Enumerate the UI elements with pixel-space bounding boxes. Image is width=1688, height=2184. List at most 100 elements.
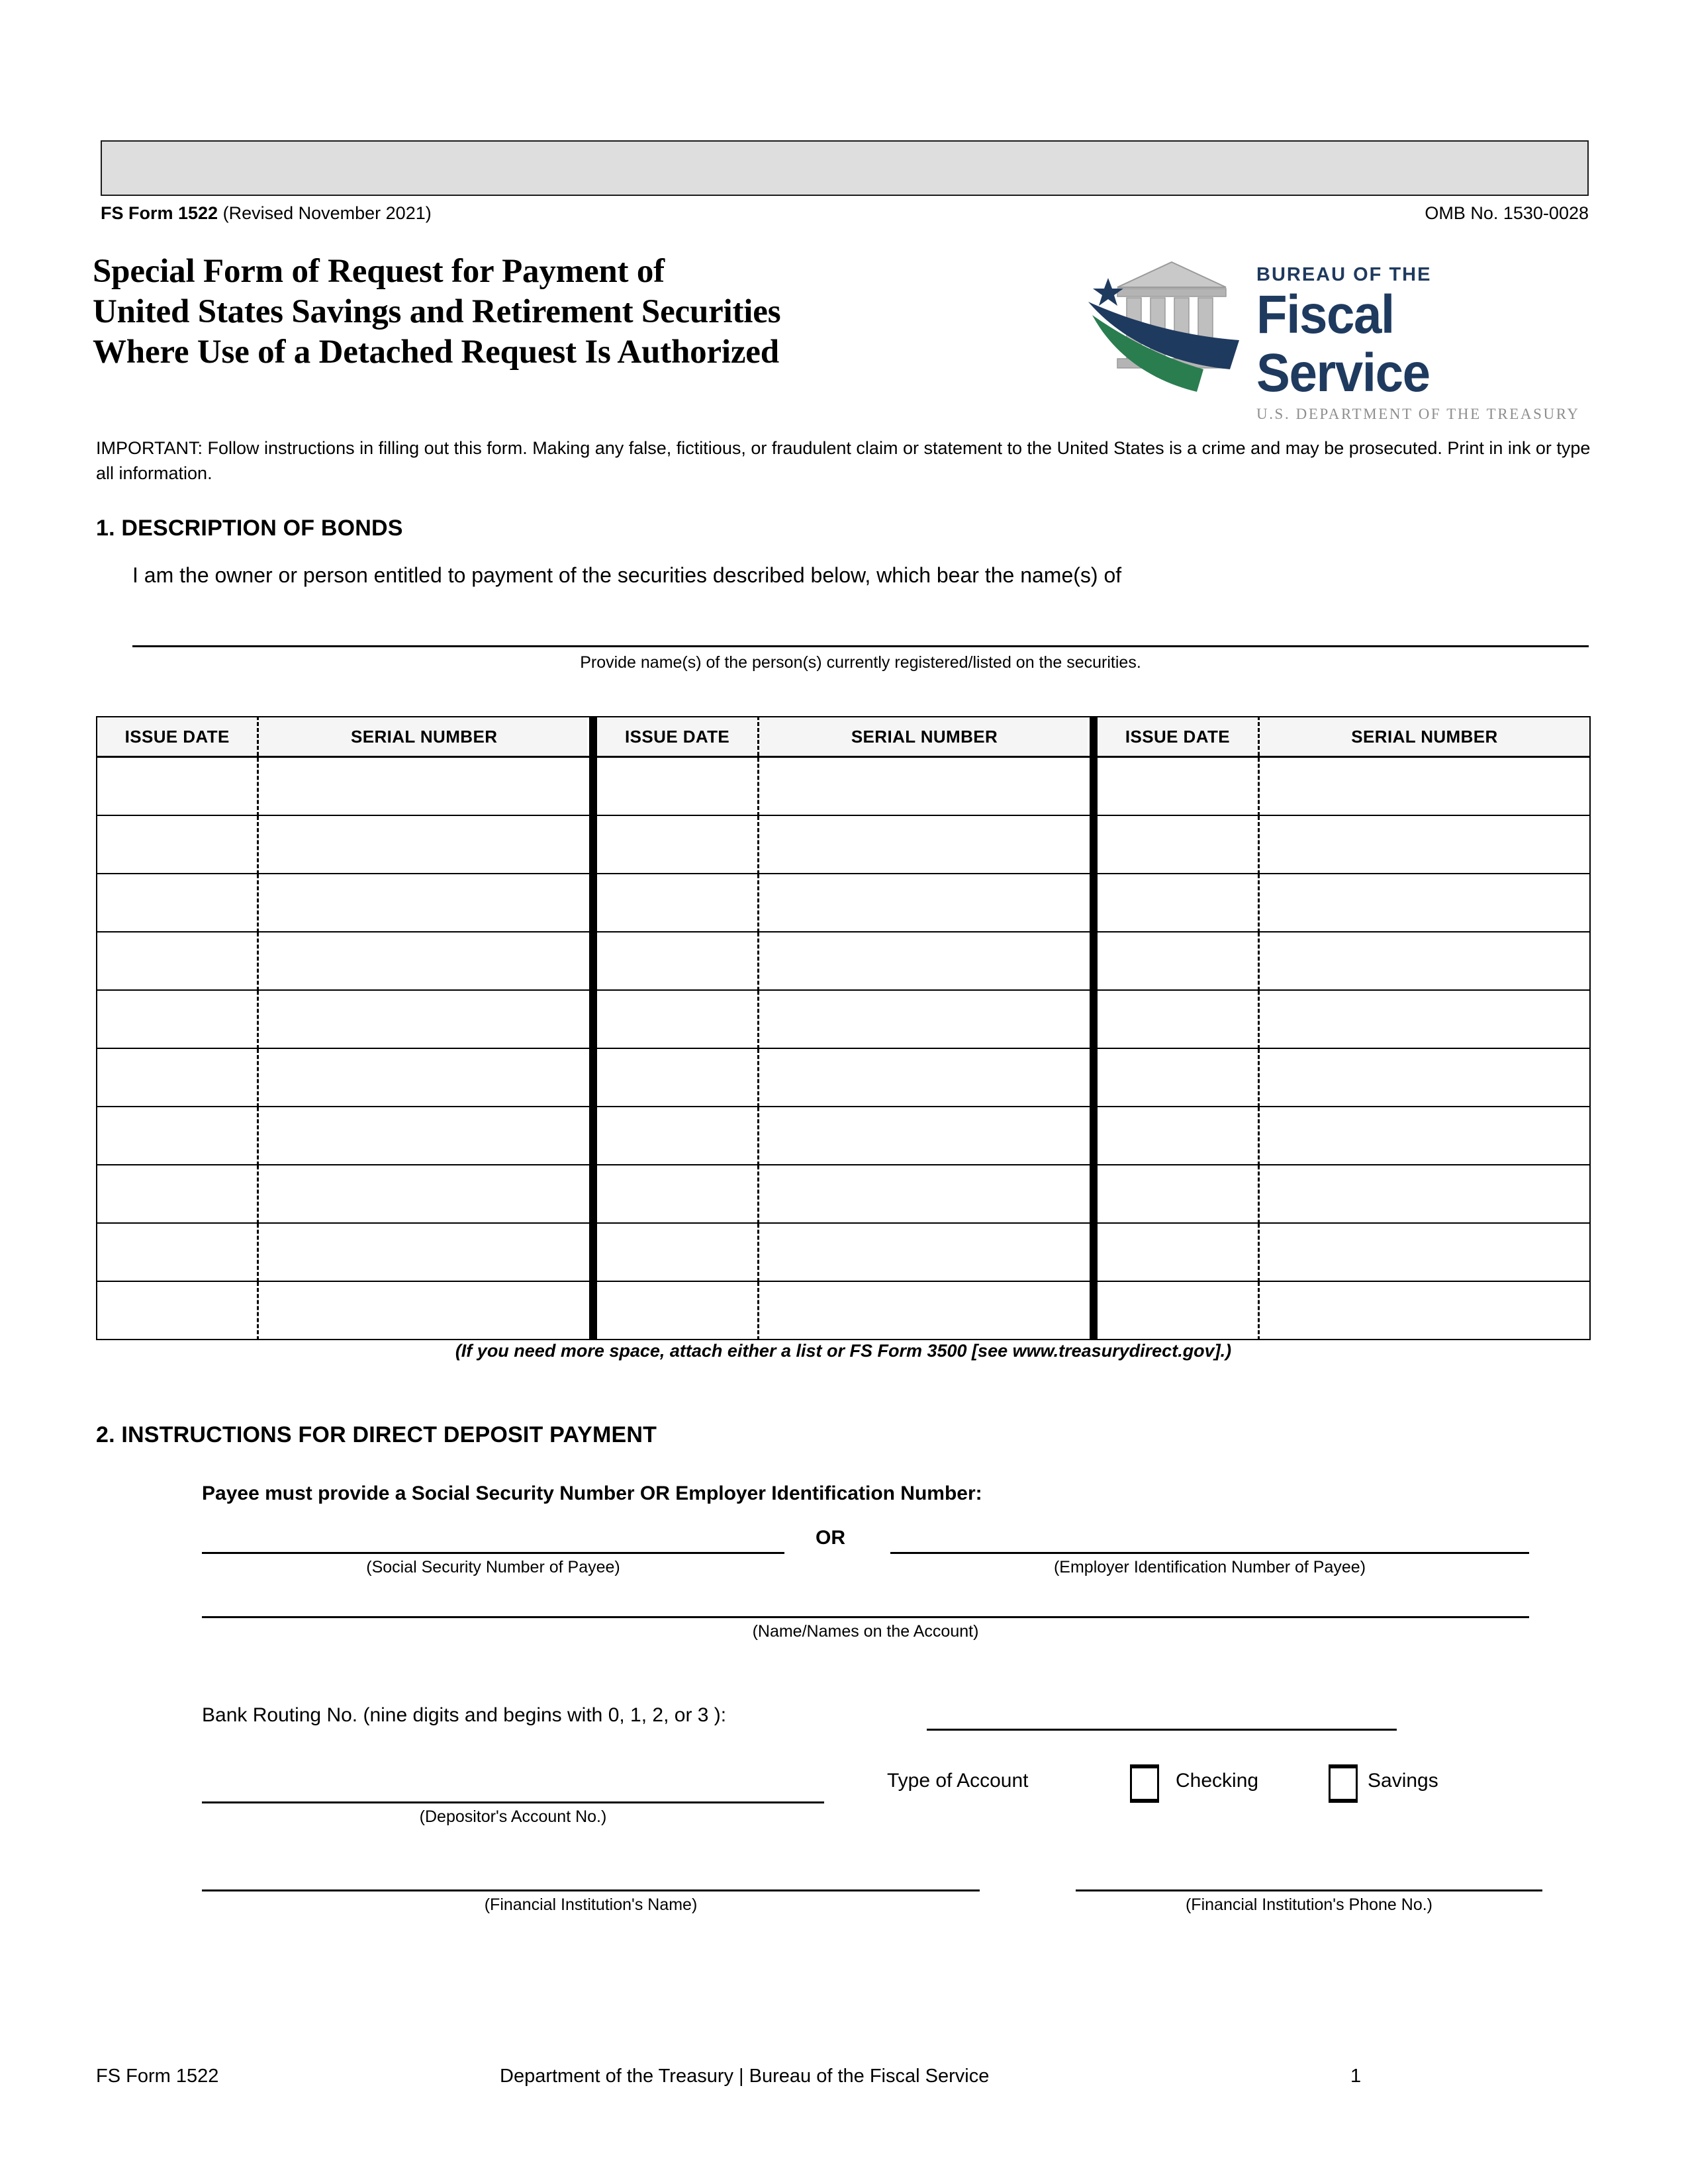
ein-input[interactable] xyxy=(890,1552,1529,1554)
cell-serial-number-2[interactable] xyxy=(758,1107,1098,1165)
cell-issue-date-1[interactable] xyxy=(97,990,259,1049)
cell-issue-date-2[interactable] xyxy=(593,1107,760,1165)
institution-name-input[interactable] xyxy=(202,1889,980,1891)
form-number-block: FS Form 1522 (Revised November 2021) xyxy=(101,202,432,224)
cell-issue-date-2[interactable] xyxy=(593,990,760,1049)
cell-issue-date-2[interactable] xyxy=(593,815,760,874)
cell-issue-date-3[interactable] xyxy=(1093,815,1260,874)
cell-issue-date-1[interactable] xyxy=(97,932,259,991)
cell-issue-date-1[interactable] xyxy=(97,1107,259,1165)
cell-serial-number-2[interactable] xyxy=(758,815,1098,874)
header-gray-bar xyxy=(101,140,1589,196)
cell-issue-date-2[interactable] xyxy=(593,756,760,816)
cell-serial-number-1[interactable] xyxy=(258,756,598,816)
cell-issue-date-1[interactable] xyxy=(97,1223,259,1282)
cell-serial-number-3[interactable] xyxy=(1259,1281,1591,1340)
column-header-serial-number-2: SERIAL NUMBER xyxy=(758,717,1098,758)
cell-serial-number-3[interactable] xyxy=(1258,1223,1590,1282)
bonds-table-body xyxy=(97,756,1590,1340)
cell-issue-date-2[interactable] xyxy=(593,1281,760,1340)
cell-issue-date-3[interactable] xyxy=(1093,1165,1260,1224)
ein-caption: (Employer Identification Number of Payee… xyxy=(1053,1558,1366,1576)
registered-names-input[interactable] xyxy=(132,645,1589,647)
cell-issue-date-2[interactable] xyxy=(593,1165,760,1224)
institution-phone-input[interactable] xyxy=(1076,1889,1542,1891)
savings-checkbox[interactable] xyxy=(1329,1764,1358,1803)
cell-serial-number-3[interactable] xyxy=(1258,932,1590,991)
cell-serial-number-2[interactable] xyxy=(758,874,1098,933)
form-revision: (Revised November 2021) xyxy=(218,203,432,223)
logo-bureau-text: BUREAU OF THE xyxy=(1256,264,1432,285)
logo-fiscal-service-text: Fiscal Service xyxy=(1256,285,1430,403)
column-header-serial-number-3: SERIAL NUMBER xyxy=(1258,717,1590,758)
cell-serial-number-1[interactable] xyxy=(258,932,598,991)
cell-issue-date-3[interactable] xyxy=(1093,756,1260,816)
omb-number: OMB No. 1530-0028 xyxy=(1425,203,1589,223)
depositor-account-caption: (Depositor's Account No.) xyxy=(419,1807,607,1826)
column-header-serial-number-1: SERIAL NUMBER xyxy=(258,717,598,758)
cell-issue-date-3[interactable] xyxy=(1093,1223,1260,1282)
form-page: FS Form 1522 (Revised November 2021) OMB… xyxy=(0,0,1688,2184)
cell-serial-number-3[interactable] xyxy=(1258,874,1590,933)
savings-label: Savings xyxy=(1368,1770,1438,1792)
routing-number-label: Bank Routing No. (nine digits and begins… xyxy=(202,1704,727,1726)
cell-serial-number-3[interactable] xyxy=(1258,815,1590,874)
ssn-input[interactable] xyxy=(202,1552,784,1554)
cell-issue-date-1[interactable] xyxy=(97,1165,259,1224)
cell-serial-number-2[interactable] xyxy=(758,1281,1098,1340)
account-name-input[interactable] xyxy=(202,1616,1529,1618)
cell-issue-date-3[interactable] xyxy=(1093,1048,1260,1107)
cell-issue-date-1[interactable] xyxy=(97,874,259,933)
table-row xyxy=(97,1281,1590,1340)
cell-serial-number-3[interactable] xyxy=(1258,1048,1590,1107)
checking-checkbox[interactable] xyxy=(1130,1764,1159,1803)
institution-phone-caption: (Financial Institution's Phone No.) xyxy=(1185,1895,1432,1914)
or-separator-label: OR xyxy=(816,1527,845,1549)
title-line-1: Special Form of Request for Payment of xyxy=(93,253,665,290)
cell-serial-number-3[interactable] xyxy=(1258,756,1590,816)
table-row xyxy=(97,932,1590,991)
cell-issue-date-1[interactable] xyxy=(97,756,259,816)
form-number: FS Form 1522 xyxy=(101,203,218,223)
footer-form-number: FS Form 1522 xyxy=(96,2066,219,2087)
cell-serial-number-1[interactable] xyxy=(258,874,598,933)
cell-serial-number-1[interactable] xyxy=(258,1048,598,1107)
cell-serial-number-2[interactable] xyxy=(758,932,1098,991)
section-1-heading: 1. DESCRIPTION OF BONDS xyxy=(96,516,403,541)
cell-issue-date-3[interactable] xyxy=(1093,1107,1260,1165)
routing-number-input[interactable] xyxy=(927,1729,1397,1731)
cell-serial-number-1[interactable] xyxy=(258,990,598,1049)
column-header-issue-date-2: ISSUE DATE xyxy=(593,717,760,758)
cell-serial-number-1[interactable] xyxy=(258,815,598,874)
depositor-account-input[interactable] xyxy=(202,1801,824,1803)
cell-serial-number-3[interactable] xyxy=(1258,1107,1590,1165)
logo-wordmark: BUREAU OF THE Fiscal Service U.S. DEPART… xyxy=(1256,263,1582,424)
cell-serial-number-2[interactable] xyxy=(758,990,1098,1049)
cell-issue-date-2[interactable] xyxy=(593,932,760,991)
cell-issue-date-1[interactable] xyxy=(97,1281,259,1340)
cell-serial-number-2[interactable] xyxy=(758,1165,1098,1224)
cell-issue-date-3[interactable] xyxy=(1093,990,1260,1049)
important-notice: IMPORTANT: Follow instructions in fillin… xyxy=(96,438,1591,483)
cell-issue-date-2[interactable] xyxy=(593,874,760,933)
cell-issue-date-2[interactable] xyxy=(593,1223,760,1282)
cell-serial-number-1[interactable] xyxy=(258,1107,598,1165)
cell-serial-number-2[interactable] xyxy=(758,1048,1098,1107)
cell-serial-number-2[interactable] xyxy=(758,756,1098,816)
title-line-2: United States Savings and Retirement Sec… xyxy=(93,293,781,330)
cell-serial-number-1[interactable] xyxy=(258,1223,598,1282)
cell-issue-date-1[interactable] xyxy=(97,1048,259,1107)
cell-issue-date-3[interactable] xyxy=(1093,1281,1260,1340)
cell-issue-date-3[interactable] xyxy=(1093,932,1260,991)
cell-serial-number-1[interactable] xyxy=(258,1165,598,1224)
cell-serial-number-2[interactable] xyxy=(758,1223,1098,1282)
treasury-seal-icon xyxy=(1086,258,1264,394)
account-name-caption: (Name/Names on the Account) xyxy=(752,1622,979,1641)
cell-issue-date-3[interactable] xyxy=(1093,874,1260,933)
cell-issue-date-1[interactable] xyxy=(97,815,259,874)
cell-serial-number-3[interactable] xyxy=(1258,990,1590,1049)
checking-label: Checking xyxy=(1176,1770,1259,1792)
cell-issue-date-2[interactable] xyxy=(593,1048,760,1107)
cell-serial-number-3[interactable] xyxy=(1258,1165,1590,1224)
cell-serial-number-1[interactable] xyxy=(258,1281,598,1340)
